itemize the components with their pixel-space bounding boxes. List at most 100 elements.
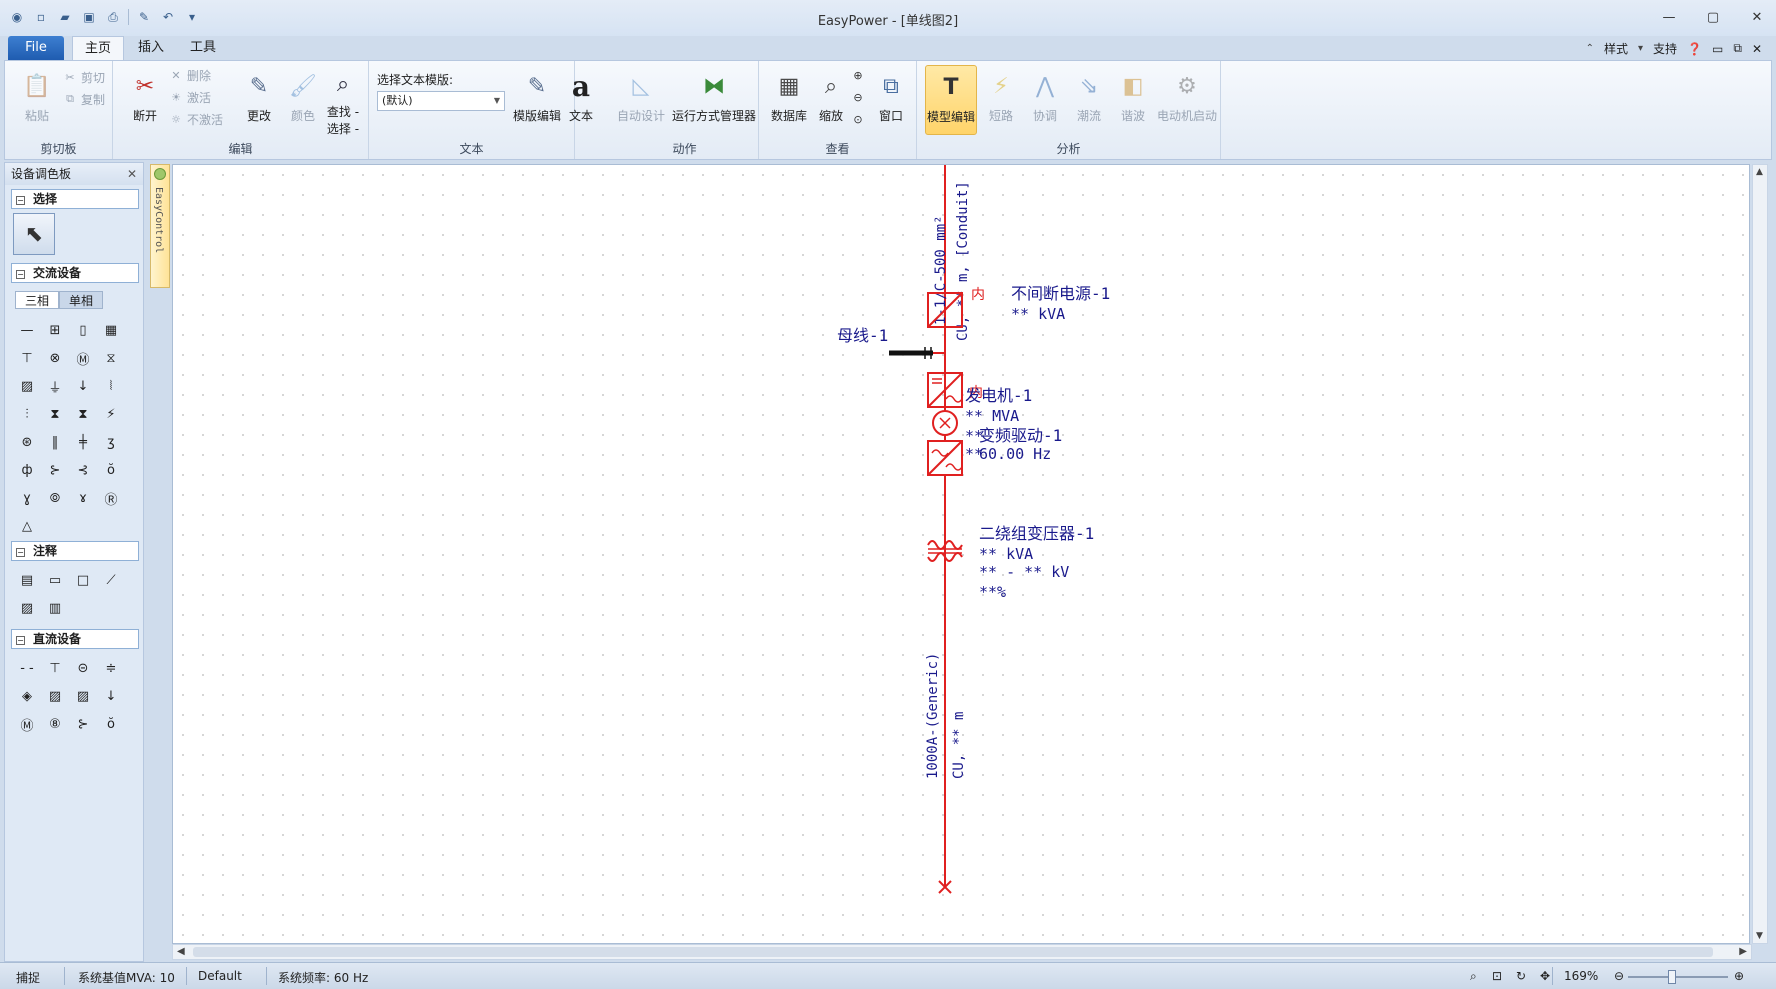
- harmonics-button[interactable]: ◧ 谐波: [1111, 65, 1155, 137]
- easycontrol-side-tab[interactable]: EasyControl: [150, 164, 170, 288]
- zoom-out-button[interactable]: ⊖: [851, 87, 865, 107]
- zoom-fit-button[interactable]: ⊙: [851, 109, 865, 129]
- paste-button[interactable]: 📋 粘贴: [9, 65, 65, 137]
- subtab-three-phase[interactable]: 三相: [15, 291, 59, 309]
- ac-equipment-7-icon[interactable]: ⧖: [101, 349, 121, 367]
- annotation-5-icon[interactable]: ▥: [45, 599, 65, 617]
- zoom-slider-knob[interactable]: [1668, 970, 1676, 984]
- zoom-button[interactable]: ⌕ 缩放: [809, 65, 853, 137]
- ac-equipment-13-icon[interactable]: ⧗: [45, 405, 65, 423]
- snap-indicator[interactable]: 捕捉: [16, 969, 40, 986]
- annotation-3-icon[interactable]: ⟋: [101, 571, 121, 589]
- ac-equipment-26-icon[interactable]: ɤ: [73, 489, 93, 507]
- zoom-slider[interactable]: [1628, 970, 1728, 984]
- section-annotation[interactable]: − 注释: [11, 541, 139, 561]
- ac-equipment-27-icon[interactable]: Ⓡ: [101, 489, 121, 508]
- scroll-thumb[interactable]: [193, 947, 1713, 957]
- motor-start-button[interactable]: ⚙ 电动机启动: [1155, 65, 1219, 137]
- generator-symbol[interactable]: [932, 410, 958, 436]
- bus-name[interactable]: 母线-1: [837, 326, 888, 345]
- model-edit-button[interactable]: T 模型编辑: [925, 65, 977, 135]
- ac-equipment-20-icon[interactable]: ф: [17, 461, 37, 479]
- subtab-single-phase[interactable]: 单相: [59, 291, 103, 309]
- coordination-button[interactable]: ⋀ 协调: [1023, 65, 1067, 137]
- annotation-2-icon[interactable]: □: [73, 571, 93, 589]
- transformer-name[interactable]: 二绕组变压器-1: [979, 524, 1094, 543]
- zoom-pan-icon[interactable]: ✥: [1540, 969, 1550, 983]
- style-dropdown-icon[interactable]: ▾: [1638, 43, 1643, 54]
- dc-equipment-4-icon[interactable]: ◈: [17, 687, 37, 705]
- dc-equipment-1-icon[interactable]: ⊤: [45, 659, 65, 677]
- close-icon[interactable]: ✕: [1746, 8, 1768, 26]
- dc-equipment-11-icon[interactable]: ŏ: [101, 715, 121, 733]
- section-select[interactable]: − 选择: [11, 189, 139, 209]
- dc-equipment-10-icon[interactable]: ⊱: [73, 715, 93, 733]
- transformer-impedance[interactable]: **%: [979, 583, 1006, 601]
- ups-rating[interactable]: ** kVA: [1011, 305, 1065, 323]
- style-menu[interactable]: 样式: [1604, 40, 1628, 57]
- horizontal-scrollbar[interactable]: ◀ ▶: [172, 944, 1752, 960]
- auto-design-button[interactable]: ◺ 自动设计: [613, 65, 669, 137]
- break-button[interactable]: ✂ 断开: [117, 65, 173, 137]
- dc-equipment-2-icon[interactable]: ⊝: [73, 659, 93, 677]
- generator-rating[interactable]: ** MVA: [965, 407, 1019, 425]
- ac-equipment-21-icon[interactable]: ⊱: [45, 461, 65, 479]
- delete-button[interactable]: ✕ 删除: [169, 65, 211, 85]
- zoom-out-icon[interactable]: ⊖: [1614, 969, 1624, 983]
- zoom-in-icon[interactable]: ⊕: [1734, 969, 1744, 983]
- text-button[interactable]: a 文本: [561, 65, 601, 137]
- annotation-1-icon[interactable]: ▭: [45, 571, 65, 589]
- annotation-0-icon[interactable]: ▤: [17, 571, 37, 589]
- support-menu[interactable]: 支持: [1653, 40, 1677, 57]
- generator-name[interactable]: 发电机-1: [965, 386, 1032, 405]
- zoom-in-button[interactable]: ⊕: [851, 65, 865, 85]
- tab-file[interactable]: File: [8, 36, 64, 60]
- dc-equipment-5-icon[interactable]: ▨: [45, 687, 65, 705]
- template-edit-button[interactable]: ✎ 模版编辑: [509, 65, 565, 137]
- tab-insert[interactable]: 插入: [126, 36, 176, 60]
- minimize-icon[interactable]: —: [1658, 8, 1680, 26]
- mdi-minimize-icon[interactable]: ▭: [1712, 42, 1723, 56]
- ac-equipment-9-icon[interactable]: ⏚: [45, 377, 65, 396]
- dc-equipment-6-icon[interactable]: ▨: [73, 687, 93, 705]
- mdi-restore-icon[interactable]: ⧉: [1733, 41, 1742, 56]
- annotation-4-icon[interactable]: ▨: [17, 599, 37, 617]
- ac-equipment-8-icon[interactable]: ▨: [17, 377, 37, 395]
- ac-equipment-22-icon[interactable]: ⊰: [73, 461, 93, 479]
- scroll-up-icon[interactable]: ▲: [1756, 167, 1763, 177]
- ac-equipment-1-icon[interactable]: ⊞: [45, 321, 65, 339]
- vertical-scrollbar[interactable]: ▲ ▼: [1752, 164, 1768, 944]
- ups-name[interactable]: 不间断电源-1: [1011, 284, 1110, 303]
- ac-equipment-14-icon[interactable]: ⧗: [73, 405, 93, 423]
- window-button[interactable]: ⧉ 窗口: [867, 65, 915, 137]
- deactivate-button[interactable]: ☼ 不激活: [169, 109, 223, 129]
- scroll-down-icon[interactable]: ▼: [1756, 931, 1763, 941]
- vfd-symbol[interactable]: [927, 440, 963, 476]
- ac-equipment-5-icon[interactable]: ⊗: [45, 349, 65, 367]
- dc-equipment-9-icon[interactable]: ⑧: [45, 715, 65, 733]
- scroll-left-icon[interactable]: ◀: [177, 946, 185, 957]
- activate-button[interactable]: ☀ 激活: [169, 87, 211, 107]
- ac-equipment-6-icon[interactable]: Ⓜ: [73, 349, 93, 368]
- ac-equipment-23-icon[interactable]: ŏ: [101, 461, 121, 479]
- vfd-frequency[interactable]: 60.00 Hz: [979, 445, 1051, 463]
- section-dc-equipment[interactable]: − 直流设备: [11, 629, 139, 649]
- maximize-icon[interactable]: ▢: [1702, 8, 1724, 26]
- ac-equipment-11-icon[interactable]: ⦚: [101, 377, 121, 395]
- ac-equipment-0-icon[interactable]: —: [17, 321, 37, 339]
- template-select[interactable]: (默认) ▼: [377, 91, 505, 111]
- ac-equipment-4-icon[interactable]: ⊤: [17, 349, 37, 367]
- ac-equipment-17-icon[interactable]: ‖: [45, 433, 65, 451]
- power-flow-button[interactable]: ⇘ 潮流: [1067, 65, 1111, 137]
- cable-bottom-material[interactable]: CU, ** m: [951, 712, 967, 779]
- collapse-ribbon-icon[interactable]: ⌃: [1586, 43, 1594, 54]
- ac-equipment-15-icon[interactable]: ⚡: [101, 405, 121, 423]
- dc-equipment-3-icon[interactable]: ≑: [101, 659, 121, 677]
- cut-button[interactable]: ✂ 剪切: [63, 67, 105, 87]
- ac-equipment-12-icon[interactable]: ⫶: [17, 405, 37, 423]
- tab-tools[interactable]: 工具: [178, 36, 228, 60]
- dc-equipment-7-icon[interactable]: ↓: [101, 687, 121, 705]
- section-ac-equipment[interactable]: − 交流设备: [11, 263, 139, 283]
- ac-equipment-10-icon[interactable]: ↓: [73, 377, 93, 395]
- zoom-window-icon[interactable]: ⌕: [1470, 969, 1477, 984]
